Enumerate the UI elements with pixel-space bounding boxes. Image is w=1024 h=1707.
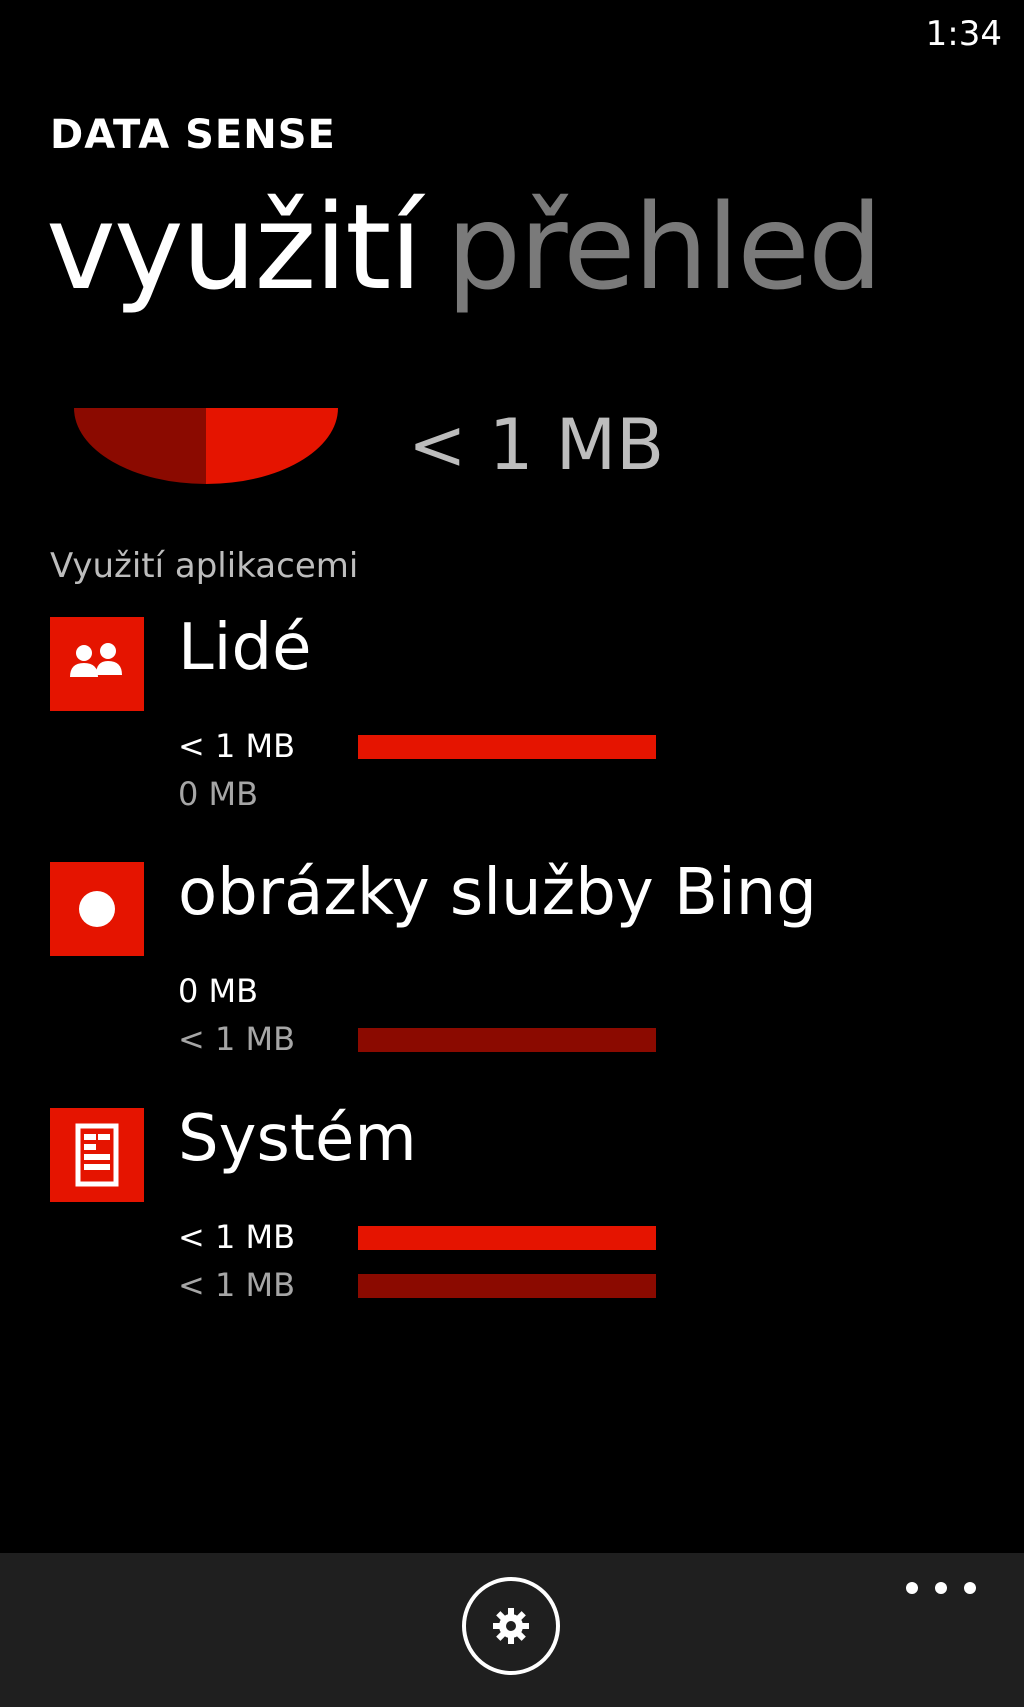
system-icon <box>50 1108 144 1202</box>
app-entry-system[interactable]: Systém < 1 MB < 1 MB <box>50 1102 990 1318</box>
usage-gauge <box>74 408 338 484</box>
wifi-usage: 0 MB <box>178 775 259 813</box>
mobile-usage-bar <box>358 735 656 759</box>
app-name: Systém <box>178 1102 417 1176</box>
wifi-usage-bar <box>358 1274 656 1298</box>
section-label: Využití aplikacemi <box>50 546 359 586</box>
total-usage-value: < 1 MB <box>408 404 665 486</box>
settings-button[interactable] <box>462 1577 560 1675</box>
gauge-left-segment <box>74 408 206 484</box>
app-name: Lidé <box>178 611 312 685</box>
pivot-tab-overview[interactable]: přehled <box>446 178 882 316</box>
gear-icon <box>493 1608 529 1644</box>
wifi-usage: < 1 MB <box>178 1020 296 1058</box>
mobile-usage-bar <box>358 1226 656 1250</box>
mobile-usage: < 1 MB <box>178 727 296 765</box>
more-options-button[interactable] <box>906 1573 976 1603</box>
wifi-usage: < 1 MB <box>178 1266 296 1304</box>
people-icon <box>50 617 144 711</box>
ellipsis-dot <box>935 1582 947 1594</box>
app-name: obrázky služby Bing <box>178 856 817 930</box>
status-time: 1:34 <box>925 14 1002 54</box>
pivot-header: využití přehled <box>46 188 883 306</box>
gauge-right-segment <box>206 408 338 484</box>
mobile-usage: < 1 MB <box>178 1218 296 1256</box>
app-entry-people[interactable]: Lidé < 1 MB 0 MB <box>50 611 990 827</box>
mobile-usage: 0 MB <box>178 972 259 1010</box>
app-entry-bing-images[interactable]: obrázky služby Bing 0 MB < 1 MB <box>50 856 990 1072</box>
app-title: DATA SENSE <box>50 112 336 158</box>
bing-images-icon <box>50 862 144 956</box>
wifi-usage-bar <box>358 1028 656 1052</box>
ellipsis-dot <box>964 1582 976 1594</box>
app-bar <box>0 1553 1024 1707</box>
pivot-tab-usage[interactable]: využití <box>46 178 422 316</box>
ellipsis-icon <box>906 1582 918 1594</box>
